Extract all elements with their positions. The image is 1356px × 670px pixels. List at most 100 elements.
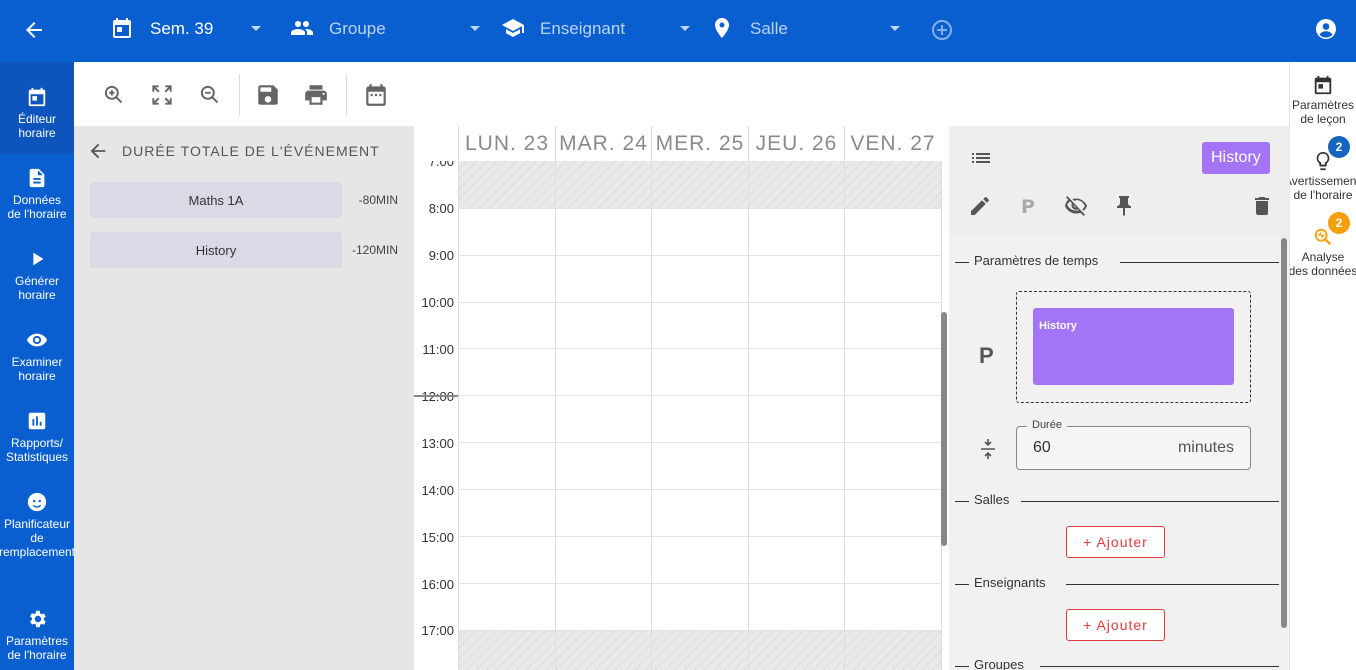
toolbar-divider (239, 74, 240, 116)
add-teacher-button[interactable]: + Ajouter (1066, 609, 1165, 641)
play-icon (26, 248, 48, 270)
add-room-button[interactable]: + Ajouter (1066, 526, 1165, 558)
face-icon (26, 491, 48, 513)
nav-schedule-data[interactable]: Données de l'horaire (0, 167, 74, 221)
hour-label: 16:00 (421, 577, 454, 592)
duration-field-label: Durée (1027, 419, 1067, 431)
nav-label: horaire (18, 126, 56, 140)
section-label: Enseignants (974, 575, 1046, 590)
nav-label: Planificateur (3, 517, 71, 531)
week-selector[interactable]: Sem. 39 (110, 14, 270, 44)
hour-gridline (458, 583, 941, 584)
duration-value: -80MIN (358, 193, 398, 207)
nav-review-schedule[interactable]: Examiner horaire (0, 329, 74, 383)
section-rooms: Salles (955, 492, 1279, 510)
nav-generate-schedule[interactable]: Générer horaire (0, 248, 74, 302)
hour-label: 11:00 (422, 342, 454, 357)
toolbar-divider (346, 74, 347, 116)
hour-gridline (458, 536, 941, 537)
current-time-indicator (414, 395, 458, 397)
hour-label: 9:00 (428, 248, 454, 263)
day-gridline (748, 126, 749, 670)
nav-schedule-settings[interactable]: Paramètres de l'horaire (0, 608, 74, 662)
bar-chart-icon (26, 410, 48, 432)
visibility-off-icon[interactable] (1064, 194, 1088, 218)
nav-substitution-planner[interactable]: Planificateur de remplacement (0, 491, 82, 559)
back-arrow-icon[interactable] (87, 140, 109, 162)
save-icon[interactable] (255, 82, 281, 108)
nav-label: de l'horaire (7, 207, 67, 221)
hour-label: 10:00 (421, 295, 454, 310)
rail-label: de leçon (1300, 112, 1346, 126)
group-selector[interactable]: Groupe (289, 14, 485, 44)
p-label: P (979, 343, 994, 368)
nav-label: horaire (18, 369, 56, 383)
lesson-detail-header: History P (949, 126, 1289, 238)
rail-lesson-settings[interactable]: Paramètres de leçon (1290, 74, 1356, 126)
nav-label: Examiner (11, 355, 63, 369)
duration-field-value[interactable]: 60 (1033, 439, 1051, 457)
rail-schedule-warnings[interactable]: 2 Avertissements de l'horaire (1290, 136, 1356, 202)
nav-reports-statistics[interactable]: Rapports/ Statistiques (0, 410, 74, 464)
hour-label: 15:00 (421, 530, 454, 545)
section-label: Groupes (974, 657, 1024, 670)
pin-icon[interactable] (1112, 194, 1136, 218)
calendar-icon[interactable] (363, 82, 389, 108)
duration-field[interactable]: Durée 60 minutes (1016, 419, 1251, 470)
section-label: Salles (974, 492, 1010, 507)
day-header-wed[interactable]: MER. 25 (651, 126, 748, 161)
calendar-scrollbar[interactable] (941, 312, 947, 546)
zoom-in-icon[interactable] (101, 82, 127, 108)
lesson-name-pill: History (1202, 142, 1270, 174)
svg-text:P: P (1021, 196, 1035, 218)
chevron-down-icon (680, 26, 690, 31)
rail-label: Paramètres (1291, 98, 1355, 112)
lesson-drop-slot[interactable]: History (1016, 291, 1251, 403)
rail-data-analysis[interactable]: 2 Analyse des données (1289, 212, 1356, 290)
teacher-selector[interactable]: Enseignant (500, 14, 696, 44)
hour-label: 14:00 (421, 483, 454, 498)
eye-icon (26, 329, 48, 351)
edit-pencil-icon[interactable] (968, 194, 992, 218)
day-header-tue[interactable]: MAR. 24 (555, 126, 651, 161)
nav-label: horaire (18, 288, 56, 302)
hour-gridline (458, 302, 941, 303)
toolbar (74, 62, 1289, 126)
chevron-down-icon (890, 26, 900, 31)
lesson-card[interactable]: History (1033, 308, 1234, 385)
rail-label: des données (1289, 264, 1356, 278)
detail-scrollbar[interactable] (1281, 238, 1287, 628)
account-circle-icon[interactable] (1314, 17, 1338, 41)
back-arrow-icon[interactable] (22, 18, 46, 42)
day-header-thu[interactable]: JEU. 26 (748, 126, 844, 161)
delete-icon[interactable] (1250, 194, 1274, 218)
day-header-mon[interactable]: LUN. 23 (458, 126, 555, 161)
day-gridline (555, 126, 556, 670)
list-icon[interactable] (969, 146, 993, 170)
lightbulb-icon: 2 (1312, 136, 1350, 172)
left-navigation: Éditeur horaire Données de l'horaire Gén… (0, 62, 75, 670)
school-icon (500, 16, 526, 42)
hour-label: 13:00 (421, 436, 454, 451)
day-gridline (844, 126, 845, 670)
teacher-label: Enseignant (540, 19, 626, 38)
print-icon[interactable] (303, 82, 329, 108)
fit-screen-icon[interactable] (149, 82, 175, 108)
rail-label: de l'horaire (1293, 188, 1353, 202)
hour-gridline (458, 395, 941, 396)
lesson-chip[interactable]: History (90, 232, 342, 268)
nav-label: Générer (14, 274, 60, 288)
add-circle-icon[interactable] (930, 18, 954, 42)
nav-schedule-editor[interactable]: Éditeur horaire (0, 62, 74, 154)
panel-title: DURÉE TOTALE DE L'ÉVÉNEMENT (122, 143, 380, 159)
room-selector[interactable]: Salle (710, 14, 906, 44)
p-letter-icon[interactable]: P (1016, 194, 1040, 218)
zoom-out-icon[interactable] (197, 82, 223, 108)
room-label: Salle (750, 19, 788, 38)
lesson-chip[interactable]: Maths 1A (90, 182, 342, 218)
section-label: Paramètres de temps (974, 253, 1099, 268)
day-header-fri[interactable]: VEN. 27 (844, 126, 941, 161)
group-label: Groupe (329, 19, 386, 38)
nav-label: remplacement (0, 545, 76, 559)
calendar-icon (1312, 74, 1334, 96)
